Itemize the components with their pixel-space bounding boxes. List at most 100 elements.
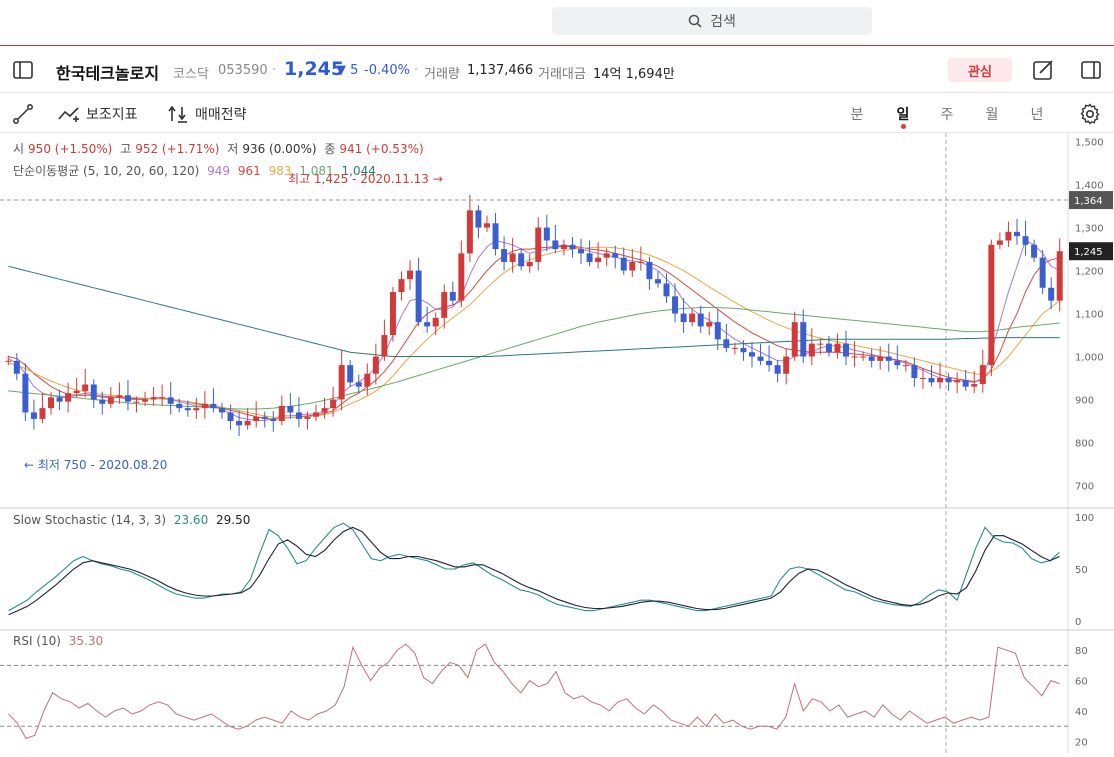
amount-label: 거래대금 (538, 67, 586, 82)
timeframe-week[interactable]: 주 (932, 104, 962, 124)
drawing-tool-icon[interactable] (12, 103, 34, 125)
price-tick-label: 900 (1075, 396, 1094, 407)
indicator-icon (58, 107, 79, 122)
rsi-line (8, 643, 1060, 740)
ma-label: 단순이동평균 (5, 10, 20, 60, 120) (13, 164, 200, 178)
price-change-pct: -0.40% (364, 63, 410, 78)
strategy-button[interactable]: 매매전략 (167, 103, 247, 125)
candle-body (843, 343, 850, 357)
candle-body (407, 270, 414, 280)
search-box[interactable]: 검색 (552, 7, 872, 35)
active-timeframe-dot (901, 124, 906, 129)
candle-body (996, 240, 1003, 245)
edit-icon[interactable] (1032, 59, 1054, 81)
rsi-tick-label: 20 (1075, 737, 1088, 748)
candle-body (210, 403, 217, 409)
indicators-button[interactable]: 보조지표 (58, 103, 138, 125)
price-tick-label: 1,000 (1075, 353, 1104, 364)
candle-body (1056, 251, 1063, 301)
stock-code: 053590 (218, 63, 268, 78)
price-marker-label: 1,364 (1074, 196, 1103, 207)
candle-body (270, 418, 277, 422)
timeframe-minute[interactable]: 분 (842, 104, 872, 124)
candle-body (441, 292, 448, 318)
candle-body (902, 365, 909, 367)
candle-body (13, 360, 20, 374)
candle-body (227, 412, 234, 422)
timeframe-day[interactable]: 일 (888, 104, 918, 124)
candle-body (124, 395, 131, 402)
candle-body (919, 378, 926, 380)
candle-body (338, 365, 345, 400)
candle-body (304, 416, 311, 419)
strategy-icon (168, 105, 187, 123)
right-panel-icon[interactable] (1080, 59, 1102, 81)
candle-body (253, 416, 260, 422)
candle-body (501, 249, 508, 262)
settings-gear-icon[interactable] (1078, 102, 1102, 126)
candle-body (680, 313, 687, 323)
candle-body (22, 373, 29, 413)
stoch-k-value: 23.60 (173, 513, 209, 527)
candle-body (860, 356, 867, 358)
search-placeholder: 검색 (710, 14, 736, 30)
candle-body (5, 360, 12, 362)
candle-body (1039, 257, 1046, 288)
candle-body (389, 292, 396, 336)
timeframe-month[interactable]: 월 (977, 104, 1007, 124)
candle-body (774, 365, 781, 374)
candle-body (731, 347, 738, 349)
candle-body (962, 380, 969, 387)
separator: · (414, 63, 419, 78)
candle-body (586, 253, 593, 262)
candle-body (851, 356, 858, 358)
ma-line-20 (8, 246, 1061, 419)
stoch-label: Slow Stochastic (14, 3, 3) (13, 513, 167, 527)
price-tick-label: 1,400 (1075, 181, 1104, 192)
chart-toolbar: 보조지표 매매전략 분 일 주 월 년 (0, 93, 1114, 133)
favorite-button[interactable]: 관심 (948, 58, 1012, 82)
price-change-value: 5 (350, 63, 359, 78)
candle-body (193, 408, 200, 411)
candle-body (30, 412, 37, 419)
candle-body (244, 421, 251, 426)
candle-body (142, 399, 149, 402)
candle-body (330, 399, 337, 409)
timeframe-year[interactable]: 년 (1022, 104, 1052, 124)
candle-body (261, 416, 268, 419)
low-value: 936 (0.00%) (242, 142, 317, 156)
candle-body (654, 279, 661, 284)
stoch-tick-label: 50 (1075, 565, 1088, 576)
ma-line-5 (8, 239, 1060, 422)
candle-body (236, 421, 243, 426)
candle-body (364, 373, 371, 387)
price-tick-label: 700 (1075, 482, 1094, 493)
candle-body (723, 339, 730, 348)
candle-body (825, 343, 832, 353)
candle-body (706, 322, 713, 327)
candle-body (603, 253, 610, 258)
candle-body (133, 401, 140, 403)
candle-body (740, 347, 747, 353)
candle-body (1048, 287, 1055, 301)
candle-body (543, 227, 550, 241)
chart-area[interactable]: 1,500 1,400 1,300 1,200 1,100 1,000 900 800 700 1… (0, 133, 1114, 753)
stock-name: 한국테크놀로지 (56, 64, 160, 83)
candle-body (347, 365, 354, 383)
candle-body (1022, 236, 1029, 245)
chart-svg[interactable]: 1,5001,4001,3001,2001,1001,0009008007001… (0, 133, 1114, 753)
candle-body (466, 210, 473, 254)
rsi-label: RSI (10) (13, 634, 61, 648)
candle-body (150, 397, 157, 400)
left-panel-icon[interactable] (12, 60, 34, 80)
candle-body (689, 313, 696, 323)
candle-body (355, 382, 362, 387)
amount-value: 14억 1,694만 (593, 67, 675, 82)
candle-body (415, 270, 422, 323)
candle-body (783, 356, 790, 374)
candle-body (937, 378, 944, 383)
candle-body (73, 390, 80, 394)
candle-body (201, 403, 208, 409)
stock-info-bar: 한국테크놀로지 코스닥 053590 · 1,245 ▼ 5 -0.40% · … (0, 47, 1114, 93)
price-tick-label: 1,300 (1075, 224, 1104, 235)
